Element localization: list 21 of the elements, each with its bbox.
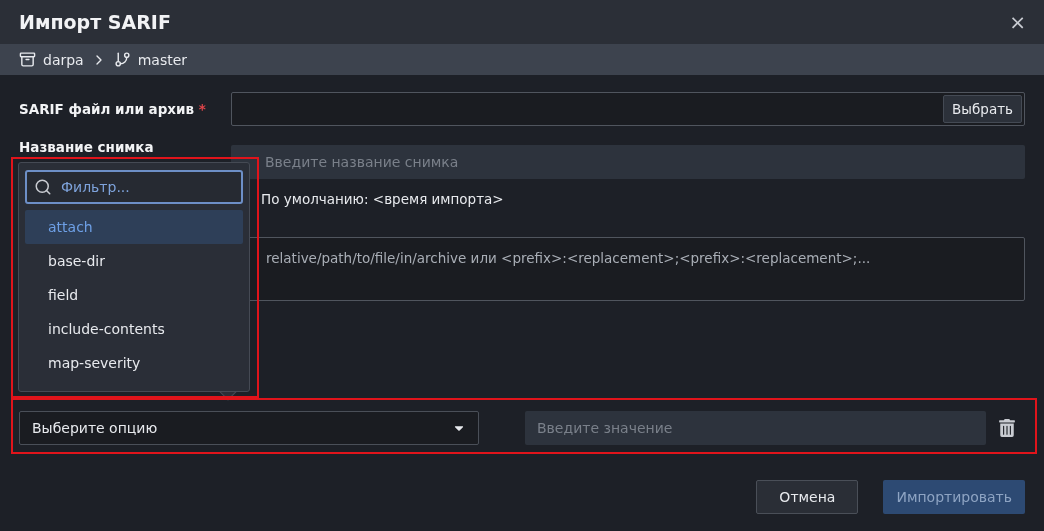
branch-icon: [113, 51, 131, 68]
value-field[interactable]: Введите значение: [525, 411, 986, 445]
field-label: SARIF файл или архив *: [19, 101, 207, 117]
option-item[interactable]: map-severity: [25, 346, 243, 380]
search-icon: [34, 178, 52, 196]
delete-button[interactable]: [998, 419, 1016, 437]
option-item[interactable]: include-contents: [25, 312, 243, 346]
breadcrumb-link[interactable]: darpa: [43, 51, 84, 68]
file-field[interactable]: Выбрать: [231, 92, 1025, 126]
breadcrumb-link[interactable]: master: [137, 51, 188, 68]
field-label: Название снимка: [19, 139, 155, 155]
hint-text: По умолчанию: <время импорта>: [260, 191, 505, 207]
snapshot-name-field[interactable]: Введите название снимка: [231, 145, 1025, 179]
option-item[interactable]: attach: [25, 210, 243, 244]
cancel-button[interactable]: Отмена: [756, 480, 859, 514]
filter-field[interactable]: Фильтр...: [25, 170, 243, 204]
archive-icon: [19, 51, 36, 68]
window-title: Импорт SARIF: [19, 11, 171, 33]
option-select[interactable]: Выберите опцию: [19, 411, 479, 445]
close-button[interactable]: ×: [1007, 10, 1028, 34]
browse-button[interactable]: Выбрать: [943, 95, 1022, 123]
